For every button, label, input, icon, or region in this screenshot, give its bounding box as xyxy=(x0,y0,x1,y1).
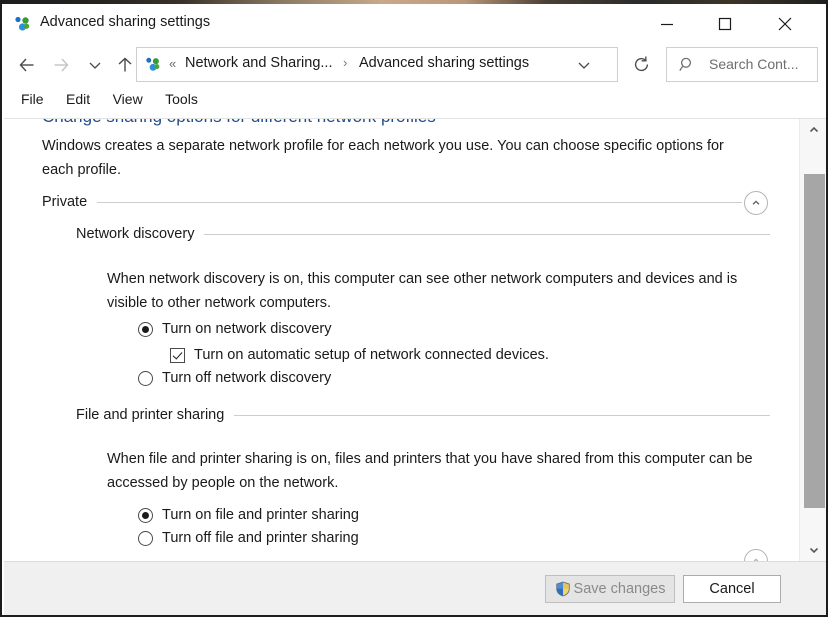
menu-item-edit[interactable]: Edit xyxy=(57,88,99,110)
network-discovery-description: When network discovery is on, this compu… xyxy=(107,271,738,311)
profile-label: Private xyxy=(42,194,88,210)
breadcrumb-separator-icon: › xyxy=(343,55,348,70)
radio-label: Turn off file and printer sharing xyxy=(162,530,359,546)
back-arrow-icon[interactable] xyxy=(12,50,42,80)
address-bar[interactable]: « Network and Sharing... › Advanced shar… xyxy=(136,47,618,82)
profile-section-header: Private xyxy=(42,194,742,210)
file-printer-sharing-section-header: File and printer sharing xyxy=(76,407,770,423)
radio-indicator[interactable] xyxy=(138,321,153,337)
radio-turn-off-network-discovery[interactable]: Turn off network discovery xyxy=(138,370,331,386)
network-discovery-section-header: Network discovery xyxy=(76,226,770,242)
scrollbar-thumb[interactable] xyxy=(804,174,825,508)
checkbox-indicator[interactable] xyxy=(170,347,185,363)
uac-shield-icon xyxy=(555,581,571,597)
navigation-bar: « Network and Sharing... › Advanced shar… xyxy=(2,44,826,88)
cancel-label: Cancel xyxy=(709,581,755,597)
network-discovery-heading: Network discovery xyxy=(76,226,195,242)
radio-turn-on-network-discovery[interactable]: Turn on network discovery xyxy=(138,321,332,337)
network-sharing-icon xyxy=(14,15,32,33)
cancel-button[interactable]: Cancel xyxy=(683,575,781,603)
content-pane: Change sharing options for different net… xyxy=(4,118,826,561)
radio-turn-on-file-printer-sharing[interactable]: Turn on file and printer sharing xyxy=(138,507,359,523)
refresh-icon[interactable] xyxy=(626,49,656,79)
radio-indicator[interactable] xyxy=(138,530,153,546)
forward-arrow-icon xyxy=(46,50,76,80)
save-changes-button[interactable]: Save changes xyxy=(545,575,675,603)
menu-bar: File Edit View Tools xyxy=(2,88,826,114)
section-divider xyxy=(234,414,770,416)
radio-label: Turn on network discovery xyxy=(162,321,332,337)
radio-indicator[interactable] xyxy=(138,370,153,386)
radio-label: Turn on file and printer sharing xyxy=(162,507,359,523)
file-printer-sharing-description: When file and printer sharing is on, fil… xyxy=(107,451,753,491)
scroll-up-chevron-icon[interactable] xyxy=(800,119,826,141)
advanced-sharing-settings-window: Advanced sharing settings « Network and … xyxy=(0,4,828,617)
breadcrumb-item-advanced-sharing-settings[interactable]: Advanced sharing settings xyxy=(359,55,529,71)
vertical-scrollbar[interactable] xyxy=(799,119,826,561)
menu-item-view[interactable]: View xyxy=(104,88,152,110)
close-button[interactable] xyxy=(762,8,808,40)
breadcrumb-overflow-icon[interactable]: « xyxy=(169,56,176,71)
checkbox-label: Turn on automatic setup of network conne… xyxy=(194,347,549,363)
section-divider xyxy=(204,233,770,235)
radio-indicator[interactable] xyxy=(138,507,153,523)
section-divider xyxy=(97,201,742,203)
search-icon xyxy=(679,56,696,73)
settings-scroll-region: Change sharing options for different net… xyxy=(4,119,799,561)
search-input[interactable]: Search Cont... xyxy=(709,56,799,72)
radio-turn-off-file-printer-sharing[interactable]: Turn off file and printer sharing xyxy=(138,530,359,546)
page-title: Change sharing options for different net… xyxy=(42,119,436,127)
address-dropdown-chevron-down-icon[interactable] xyxy=(571,48,597,81)
search-box[interactable]: Search Cont... xyxy=(666,47,818,82)
maximize-button[interactable] xyxy=(702,8,748,40)
window-title: Advanced sharing settings xyxy=(40,14,211,30)
menu-item-file[interactable]: File xyxy=(12,88,53,110)
title-bar: Advanced sharing settings xyxy=(2,4,826,44)
breadcrumb-item-network-and-sharing[interactable]: Network and Sharing... xyxy=(185,55,333,71)
checkbox-automatic-setup[interactable]: Turn on automatic setup of network conne… xyxy=(170,347,549,363)
menu-item-tools[interactable]: Tools xyxy=(156,88,207,110)
intro-description: Windows creates a separate network profi… xyxy=(42,138,724,178)
recent-locations-chevron-down-icon[interactable] xyxy=(82,50,108,80)
dialog-button-bar: Save changes Cancel xyxy=(4,561,826,615)
save-changes-label: Save changes xyxy=(573,581,666,597)
breadcrumb-network-sharing-icon xyxy=(145,56,162,73)
collapse-section-chevron-icon[interactable] xyxy=(744,549,768,561)
minimize-button[interactable] xyxy=(644,8,690,40)
scroll-down-chevron-icon[interactable] xyxy=(800,539,826,561)
radio-label: Turn off network discovery xyxy=(162,370,332,386)
file-printer-sharing-heading: File and printer sharing xyxy=(76,407,225,423)
collapse-private-chevron-up-icon[interactable] xyxy=(744,191,768,215)
